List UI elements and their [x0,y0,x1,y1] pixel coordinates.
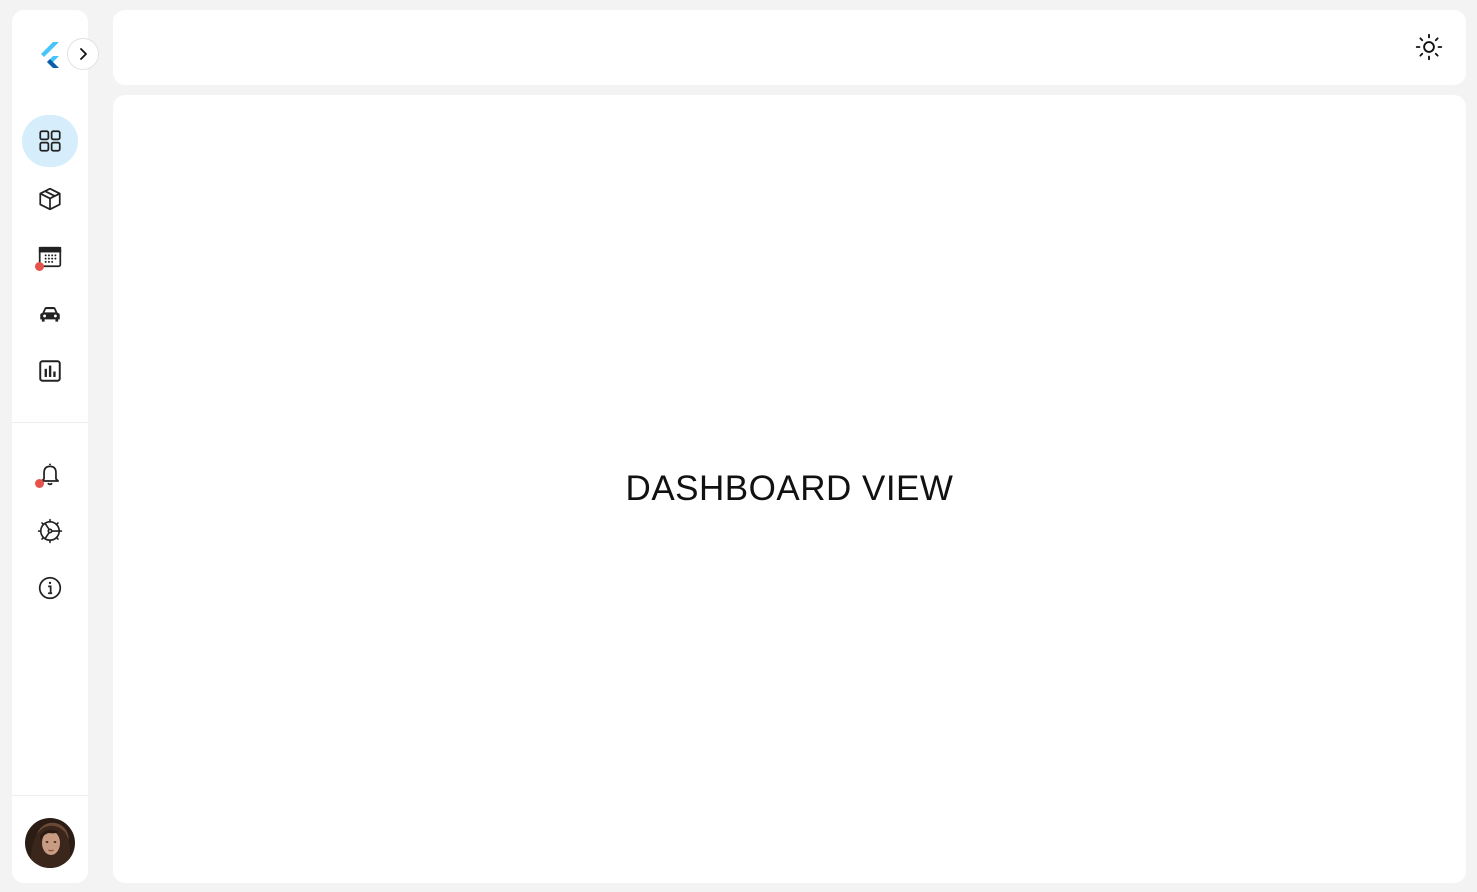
expand-sidebar-button[interactable] [67,38,99,70]
sidebar [12,10,99,883]
sidebar-divider-bottom [12,795,88,796]
sidebar-divider [12,422,88,423]
top-bar [113,10,1466,85]
page-title: DASHBOARD VIEW [625,469,954,508]
sun-icon [1415,33,1443,61]
grid-icon [39,130,61,152]
nav-item-products[interactable] [22,173,78,225]
chevron-right-icon [80,48,87,60]
user-avatar[interactable] [25,818,75,868]
gear-icon [37,518,63,544]
nav-item-notifications[interactable] [22,448,78,500]
nav-item-calendar[interactable] [22,231,78,283]
nav-item-reports[interactable] [22,345,78,397]
notifications-badge [35,479,44,488]
nav-item-settings[interactable] [22,505,78,557]
flutter-logo-icon [37,40,63,72]
car-icon [40,306,60,322]
nav-item-info[interactable] [22,562,78,614]
theme-toggle-button[interactable] [1414,32,1444,62]
nav-item-dashboard[interactable] [22,115,78,167]
nav-item-vehicles[interactable] [22,288,78,340]
main-content: DASHBOARD VIEW [113,95,1466,883]
calendar-badge [35,262,44,271]
box-icon [39,187,61,211]
info-icon [38,576,62,600]
avatar-photo [30,825,71,868]
bar-chart-icon [39,360,61,382]
